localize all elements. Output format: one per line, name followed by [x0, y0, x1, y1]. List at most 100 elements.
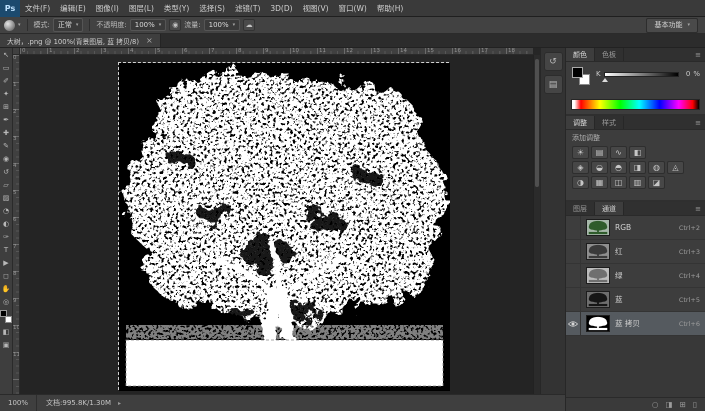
new-channel-icon[interactable]: ⊞ — [680, 400, 686, 409]
color-spectrum-ramp[interactable] — [571, 99, 700, 110]
curves-icon[interactable]: ∿ — [610, 146, 627, 159]
horizontal-ruler[interactable]: 0123456789101112131415161718 — [20, 48, 533, 55]
lasso-tool[interactable]: ✐ — [0, 74, 13, 87]
vibrance-icon[interactable]: ◈ — [572, 161, 589, 174]
move-tool[interactable]: ↖ — [0, 48, 13, 61]
background-color-swatch[interactable] — [5, 316, 12, 323]
scrollbar-thumb[interactable] — [535, 59, 539, 187]
pen-pressure-icon[interactable]: ◉ — [169, 19, 181, 31]
menu-item[interactable]: 类型(Y) — [159, 0, 194, 17]
brush-preset-icon[interactable] — [4, 20, 15, 31]
visibility-toggle[interactable] — [566, 216, 581, 240]
foreground-color-swatch[interactable] — [0, 310, 7, 317]
panel-menu-icon[interactable]: ≡ — [691, 48, 705, 61]
menu-item[interactable]: 视图(V) — [298, 0, 334, 17]
channel-row-blue[interactable]: 蓝 Ctrl+5 — [566, 288, 705, 312]
color-swatch-pair[interactable] — [572, 67, 590, 85]
foreground-color-swatch[interactable] — [572, 67, 583, 78]
panel-menu-icon[interactable]: ≡ — [691, 202, 705, 215]
channel-mixer-icon[interactable]: ◬ — [667, 161, 684, 174]
menu-item[interactable]: 图像(I) — [91, 0, 124, 17]
canvas-area[interactable] — [20, 55, 533, 394]
close-tab-icon[interactable]: × — [146, 36, 153, 45]
marquee-tool[interactable]: ▭ — [0, 61, 13, 74]
panel-tab[interactable]: 图层 — [566, 202, 595, 215]
channel-thumbnail[interactable] — [586, 291, 610, 308]
document-tab[interactable]: 大树，.png @ 100%(背景图层, 蓝 拷贝/8) × — [0, 34, 161, 47]
chevron-down-icon[interactable]: ▾ — [18, 22, 21, 28]
channel-thumbnail[interactable] — [586, 315, 610, 332]
mode-select[interactable]: 正常 ▾ — [53, 18, 84, 32]
panel-tab[interactable]: 色板 — [595, 48, 624, 61]
visibility-toggle[interactable] — [566, 240, 581, 264]
channel-row-rgb[interactable]: RGB Ctrl+2 — [566, 216, 705, 240]
panel-menu-icon[interactable]: ≡ — [691, 116, 705, 129]
menu-item[interactable]: 窗口(W) — [334, 0, 372, 17]
menu-item[interactable]: 3D(D) — [265, 0, 297, 17]
hand-tool[interactable]: ✋ — [0, 282, 13, 295]
delete-channel-icon[interactable]: ▯ — [693, 400, 697, 409]
color-swatches[interactable] — [0, 310, 12, 323]
properties-panel-icon[interactable]: ▤ — [544, 75, 563, 94]
menu-item[interactable]: 编辑(E) — [55, 0, 91, 17]
visibility-toggle[interactable] — [566, 288, 581, 312]
black-white-icon[interactable]: ◨ — [629, 161, 646, 174]
screen-mode-button[interactable]: ▣ — [0, 338, 13, 351]
k-slider[interactable] — [604, 72, 680, 77]
brush-tool[interactable]: ✎ — [0, 139, 13, 152]
channel-thumbnail[interactable] — [586, 243, 610, 260]
channel-row-blue-copy[interactable]: 蓝 拷贝 Ctrl+6 — [566, 312, 705, 336]
visibility-toggle[interactable] — [566, 264, 581, 288]
levels-icon[interactable]: ▤ — [591, 146, 608, 159]
path-selection-tool[interactable]: ▶ — [0, 256, 13, 269]
posterize-icon[interactable]: ▦ — [591, 176, 608, 189]
menu-item[interactable]: 文件(F) — [20, 0, 55, 17]
menu-item[interactable]: 选择(S) — [194, 0, 230, 17]
eyedropper-tool[interactable]: ✒ — [0, 113, 13, 126]
opacity-select[interactable]: 100% ▾ — [130, 19, 167, 31]
dodge-tool[interactable]: ◐ — [0, 217, 13, 230]
healing-brush-tool[interactable]: ✚ — [0, 126, 13, 139]
channel-thumbnail[interactable] — [586, 219, 610, 236]
k-slider-value[interactable]: 0 — [682, 70, 690, 78]
flow-select[interactable]: 100% ▾ — [204, 19, 241, 31]
workspace-switcher[interactable]: 基本功能 ▾ — [646, 18, 698, 33]
eraser-tool[interactable]: ▱ — [0, 178, 13, 191]
airbrush-icon[interactable]: ☁ — [243, 19, 255, 31]
canvas[interactable] — [118, 62, 449, 390]
gradient-tool[interactable]: ▨ — [0, 191, 13, 204]
quick-selection-tool[interactable]: ✦ — [0, 87, 13, 100]
vertical-ruler[interactable]: 01234567891011 — [13, 55, 20, 394]
slider-knob[interactable] — [602, 78, 608, 82]
panel-tab[interactable]: 样式 — [595, 116, 624, 129]
color-balance-icon[interactable]: ◓ — [610, 161, 627, 174]
history-brush-tool[interactable]: ↺ — [0, 165, 13, 178]
photo-filter-icon[interactable]: ◍ — [648, 161, 665, 174]
invert-icon[interactable]: ◑ — [572, 176, 589, 189]
zoom-tool[interactable]: ◎ — [0, 295, 13, 308]
vertical-scrollbar[interactable] — [533, 55, 540, 394]
threshold-icon[interactable]: ◫ — [610, 176, 627, 189]
shape-tool[interactable]: ◻ — [0, 269, 13, 282]
panel-tab[interactable]: 通道 — [595, 202, 624, 215]
selective-color-icon[interactable]: ◪ — [648, 176, 665, 189]
status-popup-arrow-icon[interactable]: ▸ — [111, 400, 121, 407]
crop-tool[interactable]: ⊞ — [0, 100, 13, 113]
quick-mask-button[interactable]: ◧ — [0, 325, 13, 338]
hue-saturation-icon[interactable]: ◒ — [591, 161, 608, 174]
pen-tool[interactable]: ✑ — [0, 230, 13, 243]
history-panel-icon[interactable]: ↺ — [544, 52, 563, 71]
zoom-level-field[interactable]: 100% — [0, 395, 37, 411]
save-selection-as-channel-icon[interactable]: ◨ — [665, 400, 672, 409]
channel-row-green[interactable]: 绿 Ctrl+4 — [566, 264, 705, 288]
menu-item[interactable]: 图层(L) — [124, 0, 159, 17]
channel-row-red[interactable]: 红 Ctrl+3 — [566, 240, 705, 264]
menu-item[interactable]: 滤镜(T) — [230, 0, 265, 17]
panel-tab[interactable]: 颜色 — [566, 48, 595, 61]
gradient-map-icon[interactable]: ▥ — [629, 176, 646, 189]
visibility-toggle[interactable] — [566, 312, 581, 336]
clone-stamp-tool[interactable]: ◉ — [0, 152, 13, 165]
menu-item[interactable]: 帮助(H) — [372, 0, 409, 17]
load-channel-as-selection-icon[interactable]: ○ — [652, 400, 659, 409]
panel-tab[interactable]: 调整 — [566, 116, 595, 129]
